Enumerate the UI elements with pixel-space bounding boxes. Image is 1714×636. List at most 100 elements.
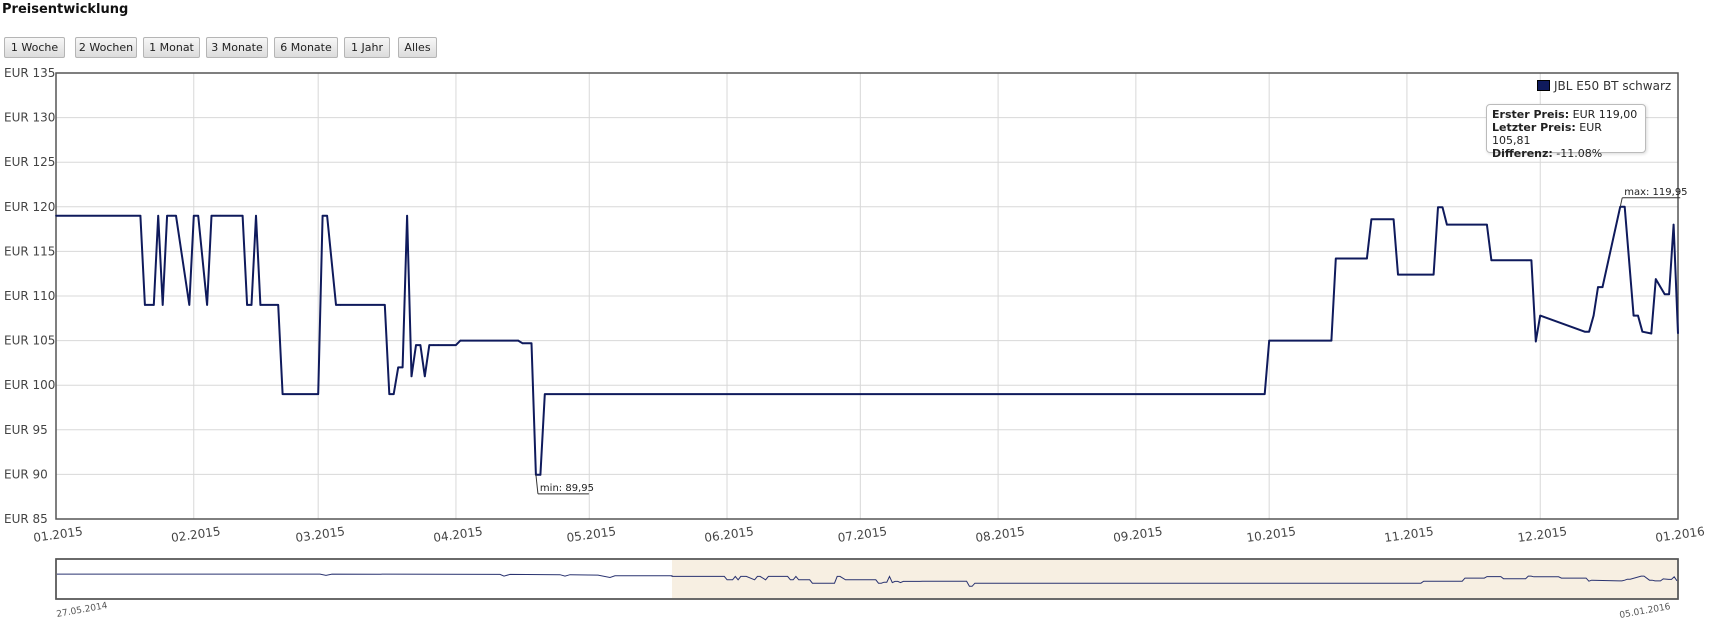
data-point bbox=[1397, 273, 1399, 276]
navigator-selection[interactable] bbox=[672, 560, 1677, 598]
data-point bbox=[455, 344, 457, 346]
data-point bbox=[170, 214, 173, 217]
navigator-start-label: 27.05.2014 bbox=[56, 601, 109, 620]
data-point bbox=[1641, 330, 1644, 333]
data-point bbox=[335, 304, 337, 306]
legend-series-name: JBL E50 BT schwarz bbox=[1554, 79, 1672, 93]
x-tick-label: 10.2015 bbox=[1246, 524, 1297, 545]
data-point bbox=[1366, 257, 1368, 260]
data-point bbox=[1583, 330, 1586, 333]
difference-row: Differenz: -11.08% bbox=[1492, 147, 1640, 160]
data-point bbox=[384, 304, 386, 306]
data-point bbox=[246, 304, 248, 306]
data-point bbox=[139, 214, 142, 217]
y-tick-label: EUR 120 bbox=[4, 200, 55, 214]
data-point bbox=[175, 214, 177, 217]
data-point bbox=[161, 304, 164, 306]
data-point bbox=[1650, 332, 1653, 335]
data-point bbox=[197, 214, 200, 217]
data-point bbox=[1335, 257, 1337, 260]
data-point bbox=[392, 393, 395, 395]
data-point bbox=[415, 344, 417, 346]
data-point bbox=[544, 393, 546, 395]
data-point bbox=[530, 342, 533, 345]
chart-grid bbox=[55, 72, 1679, 520]
data-point bbox=[432, 344, 435, 346]
y-axis-labels: EUR 85 EUR 90 EUR 95 EUR 100 EUR 105 EUR 110 E… bbox=[4, 66, 55, 526]
x-tick-label: 08.2015 bbox=[975, 524, 1026, 545]
data-point bbox=[1632, 314, 1635, 317]
x-tick-label: 09.2015 bbox=[1112, 524, 1163, 545]
last-price-row: Letzter Preis: EUR 105,81 bbox=[1492, 121, 1640, 147]
data-point bbox=[1530, 259, 1533, 262]
data-point bbox=[1654, 278, 1657, 280]
data-point bbox=[215, 214, 217, 217]
data-point bbox=[1539, 314, 1542, 317]
price-chart: EUR 85 EUR 90 EUR 95 EUR 100 EUR 105 EUR 110 E… bbox=[4, 66, 1706, 621]
x-tick-label: 03.2015 bbox=[295, 524, 346, 545]
data-point bbox=[1637, 314, 1639, 317]
navigator[interactable]: 27.05.2014 05.01.2016 bbox=[55, 558, 1679, 621]
data-point bbox=[1486, 223, 1488, 226]
data-point bbox=[188, 304, 191, 306]
navigator-end-label: 05.01.2016 bbox=[1619, 602, 1672, 621]
data-point bbox=[1677, 332, 1679, 335]
data-point bbox=[1672, 223, 1675, 226]
data-point bbox=[401, 366, 404, 369]
data-point bbox=[339, 304, 342, 306]
data-point bbox=[255, 214, 257, 217]
data-point bbox=[1370, 218, 1373, 221]
y-tick-label: EUR 125 bbox=[4, 155, 55, 169]
data-point bbox=[241, 214, 244, 217]
data-point bbox=[517, 339, 519, 342]
x-tick-label: 06.2015 bbox=[703, 524, 754, 545]
data-point bbox=[219, 214, 222, 217]
chart-legend[interactable]: JBL E50 BT schwarz bbox=[1537, 79, 1671, 93]
y-tick-label: EUR 95 bbox=[4, 423, 48, 437]
min-label: min: 89,95 bbox=[540, 483, 594, 494]
y-tick-label: EUR 130 bbox=[4, 111, 55, 125]
data-point bbox=[250, 304, 253, 306]
data-point bbox=[1623, 206, 1626, 208]
data-point bbox=[419, 344, 422, 346]
data-point bbox=[321, 214, 324, 217]
data-point bbox=[1490, 259, 1493, 262]
data-point bbox=[397, 366, 399, 369]
y-tick-label: EUR 105 bbox=[4, 334, 55, 348]
first-price-label: Erster Preis: bbox=[1492, 108, 1570, 121]
data-point bbox=[1432, 273, 1435, 276]
min-callout-line bbox=[535, 474, 539, 494]
y-tick-label: EUR 110 bbox=[4, 289, 55, 303]
data-point bbox=[206, 304, 208, 306]
data-point bbox=[539, 474, 542, 476]
y-tick-label: EUR 85 bbox=[4, 512, 48, 526]
x-tick-label: 04.2015 bbox=[432, 524, 483, 545]
x-tick-label: 07.2015 bbox=[837, 524, 888, 545]
legend-swatch bbox=[1537, 80, 1550, 91]
data-point bbox=[326, 214, 328, 217]
x-tick-label: 11.2015 bbox=[1383, 524, 1434, 545]
max-callout-line bbox=[1619, 197, 1623, 207]
data-point bbox=[317, 393, 319, 395]
data-point bbox=[1446, 223, 1448, 226]
data-point bbox=[210, 214, 213, 217]
data-point bbox=[152, 304, 155, 306]
x-tick-label: 02.2015 bbox=[170, 524, 221, 545]
first-price-value: EUR 119,00 bbox=[1572, 108, 1638, 121]
data-point bbox=[1668, 293, 1670, 296]
x-tick-label: 05.2015 bbox=[566, 524, 617, 545]
x-axis-labels: 01.2015 02.2015 03.2015 04.2015 05.2015 06.20… bbox=[32, 524, 1705, 545]
data-point bbox=[281, 393, 284, 395]
data-point bbox=[192, 214, 195, 217]
max-label: max: 119,95 bbox=[1624, 187, 1687, 198]
x-tick-label: 01.2016 bbox=[1654, 524, 1705, 545]
y-tick-label: EUR 135 bbox=[4, 66, 55, 80]
data-point bbox=[424, 375, 426, 378]
data-point bbox=[259, 304, 262, 306]
data-point bbox=[1441, 206, 1444, 209]
data-point bbox=[1534, 340, 1537, 343]
data-point bbox=[459, 339, 462, 342]
data-point bbox=[428, 344, 431, 346]
first-price-row: Erster Preis: EUR 119,00 bbox=[1492, 108, 1640, 121]
min-annotation: min: 89,95 bbox=[535, 474, 594, 495]
